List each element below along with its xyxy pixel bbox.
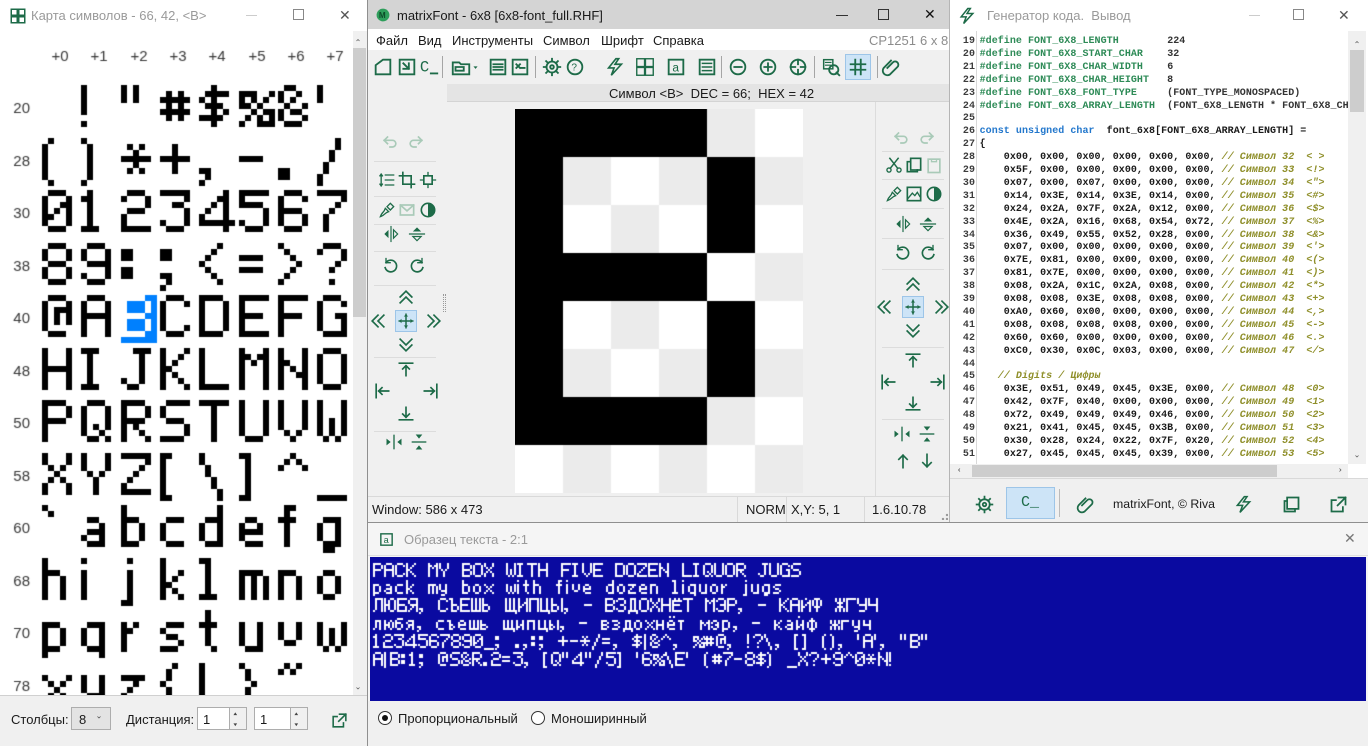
svg-text:a: a — [383, 535, 389, 545]
svg-text:a: a — [672, 61, 679, 75]
svg-text:M: M — [379, 11, 386, 20]
svg-text:?: ? — [571, 63, 577, 74]
svg-text:C: C — [420, 59, 429, 77]
